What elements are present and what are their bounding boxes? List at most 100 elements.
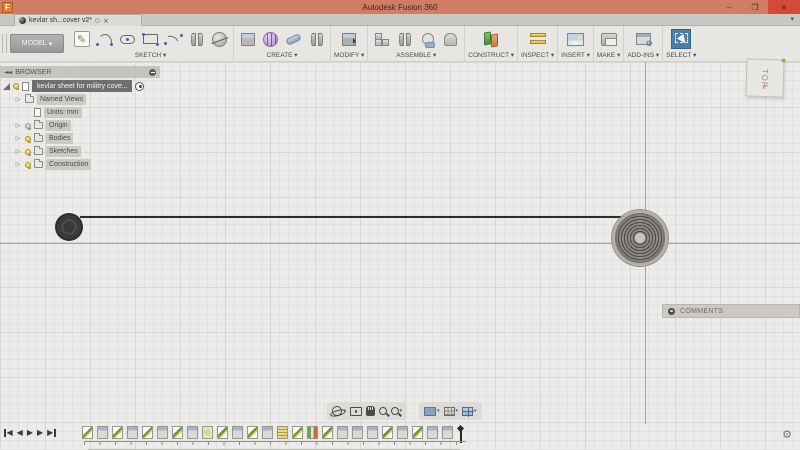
- browser-item-construction[interactable]: ▷ Construction: [0, 159, 170, 170]
- look-at-button[interactable]: [349, 406, 362, 416]
- timeline-feature-extrude[interactable]: [262, 426, 273, 439]
- timeline-feature-sketch[interactable]: [247, 426, 258, 439]
- collapse-panel-icon[interactable]: ◄◄: [4, 69, 12, 76]
- timeline-feature-sketch[interactable]: [412, 426, 423, 439]
- construction-plane-icon[interactable]: [481, 29, 502, 50]
- scripts-addins-icon[interactable]: [633, 29, 654, 50]
- display-settings-button[interactable]: ▾: [424, 406, 440, 416]
- browser-item-units[interactable]: Units: mm: [0, 107, 170, 118]
- browser-item-bodies[interactable]: ▷ Bodies: [0, 133, 170, 144]
- arc-icon[interactable]: [94, 29, 115, 50]
- settings-gear-icon[interactable]: ⚙: [782, 428, 792, 441]
- root-component-label[interactable]: kevlar sheet for militry cove...: [32, 80, 132, 92]
- timeline-feature-appearance[interactable]: [307, 426, 318, 439]
- browser-item-label[interactable]: Bodies: [46, 133, 74, 144]
- browser-item-label[interactable]: Units: mm: [44, 107, 82, 118]
- visibility-bulb-icon[interactable]: [25, 135, 31, 143]
- timeline-feature-extrude[interactable]: [97, 426, 108, 439]
- step-back-button[interactable]: ◀: [17, 428, 23, 437]
- measure-icon[interactable]: [527, 29, 548, 50]
- timeline-feature-sketch[interactable]: [172, 426, 183, 439]
- activate-component-radio[interactable]: [135, 81, 144, 91]
- browser-item-label[interactable]: Named Views: [37, 94, 87, 105]
- document-tab[interactable]: kevlar sh...cover v2* ×: [14, 14, 142, 26]
- step-forward-button[interactable]: ▶: [37, 428, 43, 437]
- small-cylinder-body[interactable]: [55, 213, 83, 241]
- browser-item-sketches[interactable]: ▷ Sketches: [0, 146, 170, 157]
- timeline-feature-extrude[interactable]: [352, 426, 363, 439]
- expand-arrow-icon[interactable]: ▷: [14, 148, 22, 155]
- browser-item-label[interactable]: Sketches: [46, 146, 81, 157]
- browser-item-named-views[interactable]: ▷ Named Views: [0, 94, 170, 105]
- visibility-bulb-icon[interactable]: [25, 122, 31, 130]
- timeline-feature-extrude[interactable]: [187, 426, 198, 439]
- orbit-button[interactable]: ▾: [332, 406, 346, 416]
- joint-icon[interactable]: [394, 29, 415, 50]
- timeline-feature-sketch[interactable]: [217, 426, 228, 439]
- pattern-mirror-icon[interactable]: [306, 29, 327, 50]
- timeline-feature-sketch[interactable]: [142, 426, 153, 439]
- timeline-feature-sketch[interactable]: [292, 426, 303, 439]
- timeline-feature-extrude[interactable]: [127, 426, 138, 439]
- close-button[interactable]: ×: [768, 0, 800, 14]
- go-to-start-button[interactable]: ◀: [4, 428, 13, 437]
- tab-close-icon[interactable]: ×: [103, 17, 109, 25]
- model-viewport[interactable]: TOP x ◄◄ BROWSER kevlar sheet for militr…: [0, 58, 800, 450]
- browser-item-label[interactable]: Construction: [46, 159, 92, 170]
- timeline-feature-sketch[interactable]: [322, 426, 333, 439]
- timeline-feature-sketch[interactable]: [112, 426, 123, 439]
- timeline-scroll-track[interactable]: [88, 448, 460, 450]
- timeline-feature-extrude[interactable]: [427, 426, 438, 439]
- joint-origin-icon[interactable]: [417, 29, 438, 50]
- viewports-button[interactable]: ▾: [462, 406, 477, 417]
- rigid-group-icon[interactable]: [440, 29, 461, 50]
- expand-arrow-icon[interactable]: ▷: [14, 122, 22, 129]
- slot-icon[interactable]: [117, 29, 138, 50]
- expand-arrow-icon[interactable]: ▷: [14, 96, 22, 103]
- new-component-icon[interactable]: [371, 29, 392, 50]
- press-pull-icon[interactable]: [339, 29, 360, 50]
- fit-button[interactable]: ▾: [390, 407, 402, 415]
- select-tool-icon[interactable]: [671, 29, 692, 50]
- minimize-button[interactable]: –: [716, 0, 742, 14]
- browser-root-item[interactable]: kevlar sheet for militry cove...: [0, 80, 170, 92]
- rectangle-icon[interactable]: [140, 29, 161, 50]
- zoom-button[interactable]: [378, 407, 387, 415]
- timeline-feature-extrude[interactable]: [397, 426, 408, 439]
- collapse-all-icon[interactable]: [149, 68, 156, 76]
- timeline-feature-extrude[interactable]: [337, 426, 348, 439]
- expand-arrow-icon[interactable]: ▷: [14, 135, 22, 142]
- visibility-bulb-icon[interactable]: [25, 161, 31, 169]
- comments-bar[interactable]: COMMENTS: [662, 304, 800, 318]
- visibility-bulb-icon[interactable]: [25, 148, 31, 156]
- expand-arrow-icon[interactable]: ▷: [14, 161, 22, 168]
- expand-caret-icon[interactable]: [3, 82, 10, 90]
- toolbar-drag-handle[interactable]: [2, 34, 7, 53]
- play-button[interactable]: ▶: [27, 428, 33, 437]
- create-sketch-icon[interactable]: ✎: [71, 29, 92, 50]
- kevlar-disc-body[interactable]: [612, 210, 668, 266]
- go-to-end-button[interactable]: ▶: [47, 428, 56, 437]
- sketch-mirror-icon[interactable]: [186, 29, 207, 50]
- view-cube[interactable]: TOP: [745, 58, 786, 98]
- timeline-feature-extrude[interactable]: [442, 426, 453, 439]
- workspace-dropdown[interactable]: MODEL ▾: [10, 34, 64, 53]
- maximize-button[interactable]: ❐: [742, 0, 768, 14]
- create-form-icon[interactable]: [260, 29, 281, 50]
- grid-snaps-button[interactable]: ▾: [443, 406, 458, 416]
- sketch-construction-line[interactable]: [80, 216, 634, 218]
- tab-overflow-chevron-icon[interactable]: ▾: [790, 15, 794, 23]
- browser-item-origin[interactable]: ▷ Origin: [0, 120, 170, 131]
- cylinder-icon[interactable]: [283, 29, 304, 50]
- pan-button[interactable]: [365, 406, 375, 416]
- timeline-feature-fillet[interactable]: [202, 426, 213, 439]
- insert-image-icon[interactable]: [565, 29, 586, 50]
- browser-item-label[interactable]: Origin: [46, 120, 71, 131]
- sketch-circle-icon[interactable]: [209, 29, 230, 50]
- spline-icon[interactable]: [163, 29, 184, 50]
- timeline-feature-extrude[interactable]: [367, 426, 378, 439]
- 3d-print-icon[interactable]: [598, 29, 619, 50]
- visibility-bulb-icon[interactable]: [13, 83, 19, 90]
- timeline-feature-extrude[interactable]: [157, 426, 168, 439]
- new-body-box-icon[interactable]: [237, 29, 258, 50]
